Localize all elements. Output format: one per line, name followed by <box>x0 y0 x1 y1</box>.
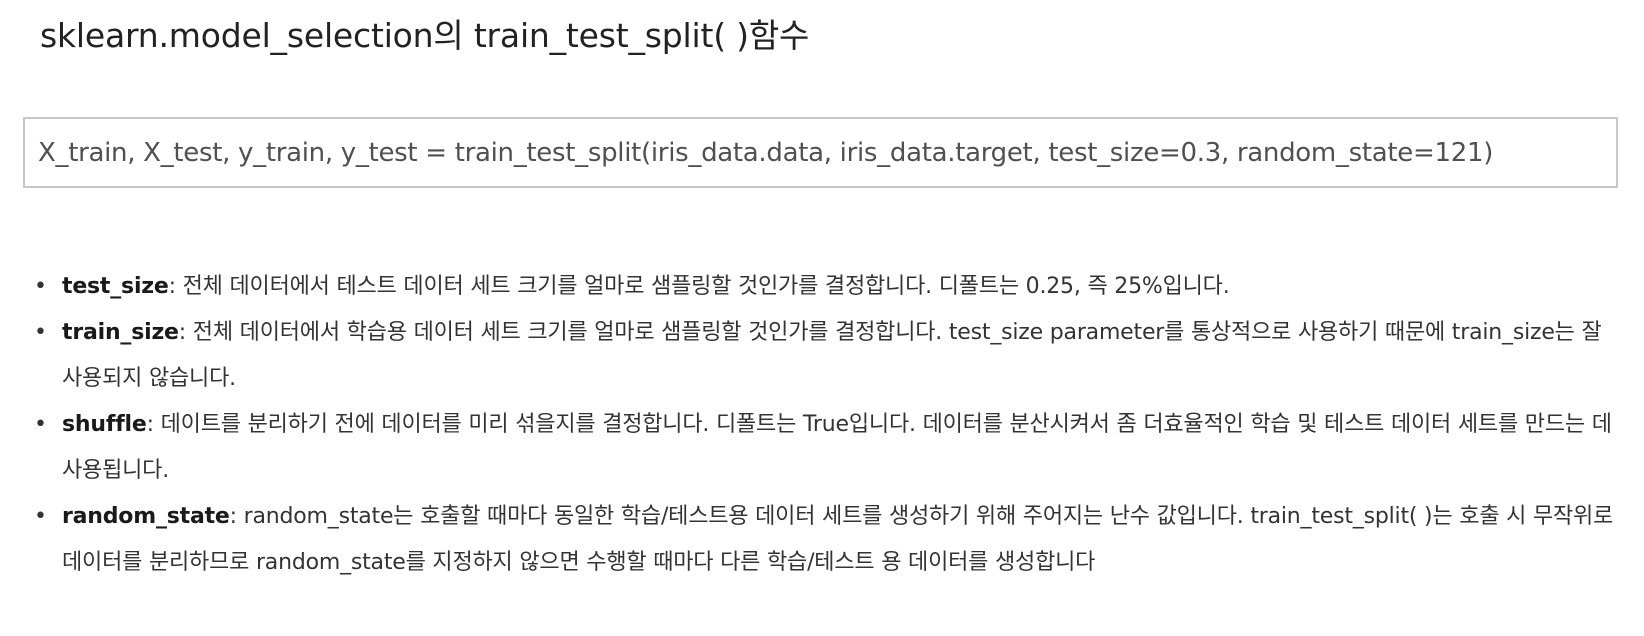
param-name: test_size <box>62 274 169 299</box>
param-desc: : 데이트를 분리하기 전에 데이터를 미리 섞을지를 결정합니다. 디폴트는 … <box>62 412 1612 483</box>
code-text: X_train, X_test, y_train, y_test = train… <box>38 137 1494 168</box>
param-list: • test_size: 전체 데이터에서 테스트 데이터 세트 크기를 얼마로 … <box>0 264 1644 586</box>
bullet-icon: • <box>34 412 47 437</box>
code-box: X_train, X_test, y_train, y_test = train… <box>23 117 1618 188</box>
param-name: shuffle <box>62 412 147 437</box>
list-item-shuffle: • shuffle: 데이트를 분리하기 전에 데이터를 미리 섞을지를 결정합니… <box>0 402 1644 494</box>
param-name: train_size <box>62 320 179 345</box>
bullet-icon: • <box>34 274 47 299</box>
list-item-test-size: • test_size: 전체 데이터에서 테스트 데이터 세트 크기를 얼마로 … <box>0 264 1644 310</box>
bullet-icon: • <box>34 320 47 345</box>
param-desc: : random_state는 호출할 때마다 동일한 학습/테스트용 데이터 … <box>62 504 1614 575</box>
bullet-icon: • <box>34 504 47 529</box>
list-item-train-size: • train_size: 전체 데이터에서 학습용 데이터 세트 크기를 얼마로… <box>0 310 1644 402</box>
page-title: sklearn.model_selection의 train_test_spli… <box>40 16 810 55</box>
param-desc: : 전체 데이터에서 테스트 데이터 세트 크기를 얼마로 샘플링할 것인가를 … <box>168 274 1230 299</box>
list-item-random-state: • random_state: random_state는 호출할 때마다 동일한… <box>0 494 1644 586</box>
param-name: random_state <box>62 504 230 529</box>
param-desc: : 전체 데이터에서 학습용 데이터 세트 크기를 얼마로 샘플링할 것인가를 … <box>62 320 1602 391</box>
